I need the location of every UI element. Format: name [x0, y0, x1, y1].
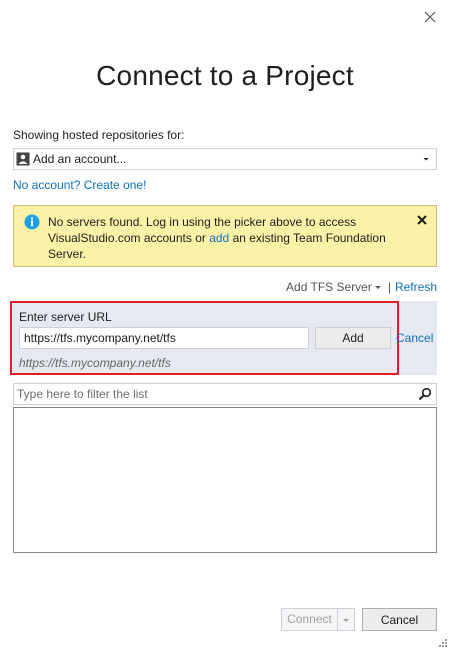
separator: |: [387, 280, 391, 294]
connect-dropdown[interactable]: [338, 609, 354, 630]
add-tfs-server-button[interactable]: Add TFS Server: [286, 280, 384, 294]
server-url-panel: Enter server URL Add Cancel https://tfs.…: [10, 301, 437, 375]
dialog-title: Connect to a Project: [96, 60, 354, 91]
server-actions: Add TFS Server | Refresh: [286, 280, 437, 294]
account-icon: [16, 152, 30, 166]
chevron-down-icon: [343, 618, 349, 622]
connect-button-label: Connect: [282, 609, 338, 630]
add-tfs-server-label: Add TFS Server: [286, 280, 372, 294]
account-dropdown-value: Add an account...: [33, 152, 127, 166]
dismiss-icon[interactable]: [416, 214, 428, 226]
info-message: No servers found. Log in using the picke…: [48, 214, 408, 262]
info-add-link[interactable]: add: [209, 231, 229, 245]
filter-input[interactable]: [14, 384, 418, 404]
close-icon[interactable]: [422, 9, 438, 25]
cancel-server-link[interactable]: Cancel: [396, 331, 433, 345]
accounts-label: Showing hosted repositories for:: [13, 128, 185, 142]
server-url-input[interactable]: [19, 327, 309, 349]
info-icon: [24, 214, 40, 230]
create-account-link[interactable]: No account? Create one!: [13, 178, 146, 192]
resize-grip-icon[interactable]: [438, 638, 448, 648]
filter-box: [13, 383, 437, 405]
account-dropdown[interactable]: Add an account...: [13, 148, 437, 170]
add-server-button[interactable]: Add: [315, 327, 391, 349]
connect-button[interactable]: Connect: [281, 608, 355, 631]
chevron-down-icon: [374, 286, 381, 289]
cancel-button[interactable]: Cancel: [362, 608, 437, 631]
server-url-hint: https://tfs.mycompany.net/tfs: [19, 356, 171, 370]
server-url-label: Enter server URL: [19, 310, 112, 324]
info-bar: No servers found. Log in using the picke…: [13, 205, 437, 267]
refresh-link[interactable]: Refresh: [395, 280, 437, 294]
repository-list[interactable]: [13, 407, 437, 553]
chevron-down-icon: [423, 158, 429, 161]
search-icon[interactable]: [418, 387, 432, 401]
